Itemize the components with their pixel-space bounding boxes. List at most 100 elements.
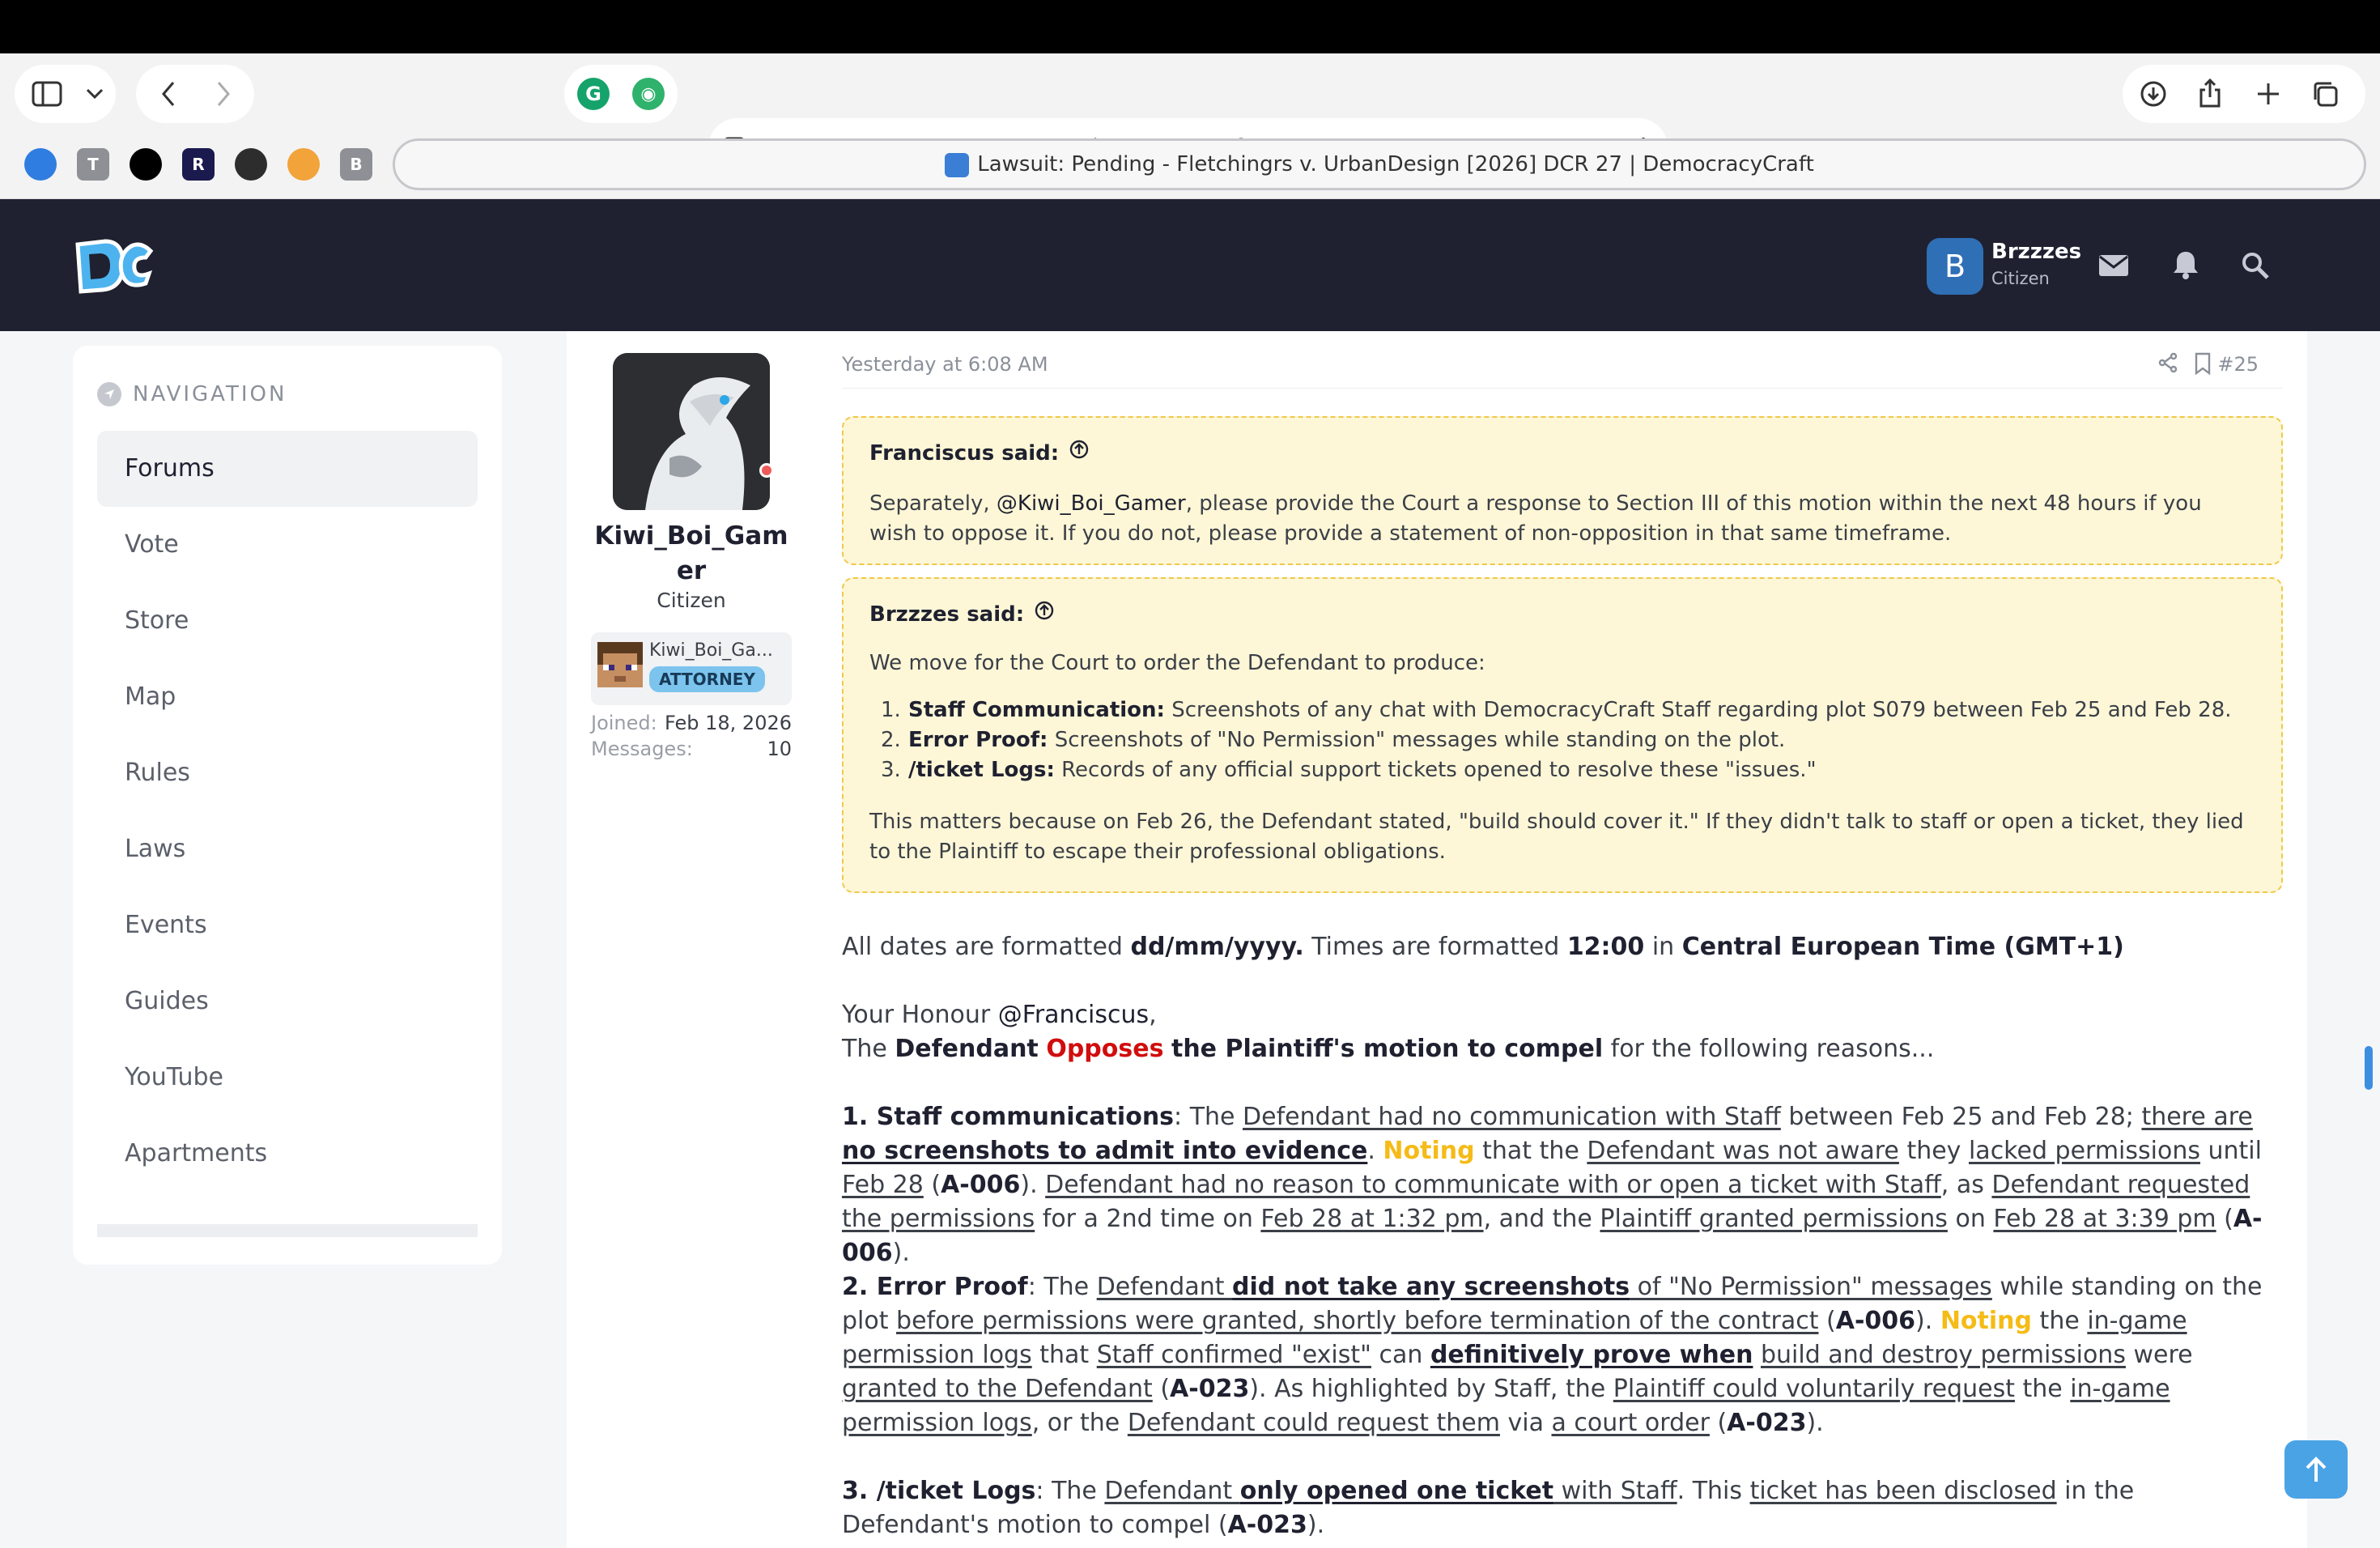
text-run: The — [842, 1035, 895, 1063]
poster-name[interactable]: Kiwi_Boi_Gamer — [591, 519, 792, 589]
text-run-underlined: ticket has been disclosed — [1749, 1477, 2057, 1505]
quote-franciscus: Franciscus said: Separately, @Kiwi_Boi_G… — [842, 416, 2283, 565]
download-icon[interactable] — [2137, 78, 2170, 110]
browser-actions-group — [2123, 65, 2365, 123]
chevron-down-icon[interactable] — [83, 81, 107, 107]
text-run: . This — [1677, 1477, 1750, 1505]
user-name[interactable]: Brzzzes — [1991, 240, 2081, 264]
sidebar-item-youtube[interactable]: YouTube — [97, 1040, 478, 1116]
t-square-icon[interactable]: T — [77, 148, 109, 181]
sidebar-toggle-group[interactable] — [15, 65, 116, 123]
post-number[interactable]: #25 — [2217, 353, 2259, 376]
tab-title-text: Lawsuit: Pending - Fletchingrs v. UrbanD… — [977, 152, 1814, 176]
active-tab[interactable]: Lawsuit: Pending - Fletchingrs v. UrbanD… — [393, 138, 2366, 190]
quote-author-label[interactable]: Franciscus said: — [869, 439, 1059, 469]
search-icon[interactable] — [2239, 249, 2272, 282]
sidebar-item-forums[interactable]: Forums — [97, 431, 478, 507]
sidebar-item-events[interactable]: Events — [97, 887, 478, 963]
mail-icon[interactable] — [2097, 251, 2131, 280]
exhibit-ref: A-006 — [941, 1171, 1021, 1199]
history-nav-group — [136, 65, 254, 123]
r-book-icon[interactable]: R — [182, 148, 215, 181]
jump-to-quote-icon[interactable] — [1069, 439, 1090, 469]
grammarly-icon[interactable]: G — [577, 78, 610, 110]
poster-name-line1[interactable]: Kiwi_Boi_Gam — [594, 521, 788, 551]
text-run-underlined: Plaintiff could voluntarily request — [1613, 1375, 2015, 1403]
bell-icon[interactable] — [2170, 248, 2202, 282]
sidebar-item-vote[interactable]: Vote — [97, 507, 478, 583]
b-square-icon[interactable]: B — [340, 148, 372, 181]
sidebar-item-guides[interactable]: Guides — [97, 963, 478, 1040]
minecraft-account-card[interactable]: Kiwi_Boi_Ga... ATTORNEY — [591, 632, 792, 705]
sidebar-scroll-track[interactable] — [97, 1224, 478, 1237]
sidebar-item-apartments[interactable]: Apartments — [97, 1116, 478, 1192]
user-avatar[interactable]: B — [1927, 238, 1983, 295]
quote-author[interactable]: Brzzzes said: — [869, 600, 1055, 630]
text-run: on — [1947, 1205, 1994, 1233]
text-run-bold-underlined: definitively prove when — [1430, 1341, 1753, 1369]
messages-label: Messages: — [591, 738, 693, 760]
compass-icon — [97, 382, 121, 406]
text-run: for a 2nd time on — [1035, 1205, 1261, 1233]
list-item-text: Screenshots of any chat with DemocracyCr… — [1164, 698, 2232, 722]
sidebar-item-laws[interactable]: Laws — [97, 811, 478, 887]
text-run: ( — [1152, 1375, 1171, 1403]
section-heading: 2. Error Proof — [842, 1273, 1028, 1301]
share-icon[interactable] — [2194, 76, 2226, 110]
sparkle-icon[interactable] — [287, 148, 320, 181]
tab-overview-icon[interactable] — [2309, 78, 2341, 110]
share-icon[interactable] — [2157, 352, 2182, 376]
quote-author[interactable]: Franciscus said: — [869, 439, 1090, 469]
quote2-intro: We move for the Court to order the Defen… — [869, 651, 1485, 675]
scroll-to-top-button[interactable] — [2284, 1440, 2348, 1499]
bookmark-icon[interactable] — [2194, 352, 2218, 376]
tab-title[interactable]: Lawsuit: Pending - Fletchingrs v. UrbanD… — [395, 141, 2364, 188]
text-run: until — [2199, 1137, 2262, 1165]
navigation-sidebar: NAVIGATION Forums Vote Store Map Rules L… — [73, 346, 502, 1265]
text-run: , and the — [1483, 1205, 1600, 1233]
messages-value: 10 — [767, 738, 792, 760]
sidebar-item-rules[interactable]: Rules — [97, 735, 478, 811]
back-icon[interactable] — [154, 79, 183, 108]
text-run: between Feb 25 and Feb 28; — [1780, 1103, 2142, 1131]
text-run-underlined: with Staff — [1553, 1477, 1677, 1505]
mention-link[interactable]: @Franciscus — [998, 1001, 1149, 1029]
mention-link[interactable]: @Kiwi_Boi_Gamer — [997, 491, 1186, 516]
attorney-badge: ATTORNEY — [649, 666, 765, 692]
text-run-underlined: Defendant — [1096, 1273, 1233, 1301]
text-run: can — [1371, 1341, 1430, 1369]
text-run — [1039, 1035, 1047, 1063]
text-run: : The — [1027, 1273, 1097, 1301]
new-tab-icon[interactable] — [2252, 78, 2284, 110]
post-timestamp[interactable]: Yesterday at 6:08 AM — [842, 353, 1048, 376]
text-run: All dates are formatted — [842, 933, 1131, 961]
page-scrollbar[interactable] — [2365, 1046, 2373, 1090]
triangle-app-icon[interactable] — [130, 148, 162, 181]
robot-extension-icon[interactable]: ◉ — [632, 78, 665, 110]
text-run-underlined: Defendant had no reason to communicate w… — [1045, 1171, 1941, 1199]
sidebar-item-store[interactable]: Store — [97, 583, 478, 659]
text-run: the — [2032, 1307, 2088, 1335]
navigation-heading: NAVIGATION — [97, 382, 287, 406]
text-run: ( — [2216, 1205, 2233, 1233]
online-status-dot — [759, 463, 774, 478]
text-run: ). — [1806, 1409, 1824, 1437]
blue-circle-icon[interactable] — [24, 148, 57, 181]
text-run-underlined: Defendant was not aware — [1587, 1137, 1899, 1165]
text-run-bold-underlined: did not take any screenshots — [1232, 1273, 1630, 1301]
quote-author-label[interactable]: Brzzzes said: — [869, 600, 1024, 630]
text-run: , or the — [1031, 1409, 1128, 1437]
text-run-bold: the Plaintiff's motion to compel — [1171, 1035, 1604, 1063]
sidebar-item-map[interactable]: Map — [97, 659, 478, 735]
sidebar-icon[interactable] — [31, 79, 63, 108]
poster-avatar[interactable] — [613, 353, 770, 510]
poster-name-line2[interactable]: er — [677, 556, 706, 585]
jump-to-quote-icon[interactable] — [1034, 600, 1055, 630]
post-header-divider — [842, 388, 2283, 389]
text-run-underlined: Defendant — [1104, 1477, 1240, 1505]
list-item: 2. Error Proof: Screenshots of "No Permis… — [881, 725, 2255, 755]
dc-logo[interactable] — [73, 233, 154, 298]
dark-circle-icon[interactable] — [235, 148, 267, 181]
forward-icon[interactable] — [209, 79, 238, 108]
text-run-underlined: granted to the Defendant — [842, 1375, 1153, 1403]
